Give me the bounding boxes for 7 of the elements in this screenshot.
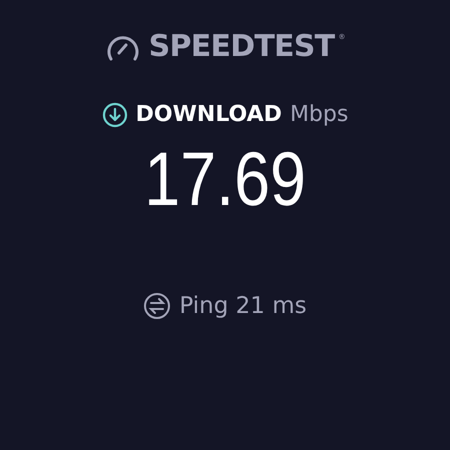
unit-label: Mbps xyxy=(290,104,348,126)
logo-text: SPEEDTEST xyxy=(148,32,334,62)
swap-icon xyxy=(143,292,172,320)
speed-value: 17.69 xyxy=(144,142,306,218)
download-icon xyxy=(102,102,128,128)
ping-text: Ping 21 ms xyxy=(179,294,307,318)
metric-label: DOWNLOAD xyxy=(136,104,282,126)
